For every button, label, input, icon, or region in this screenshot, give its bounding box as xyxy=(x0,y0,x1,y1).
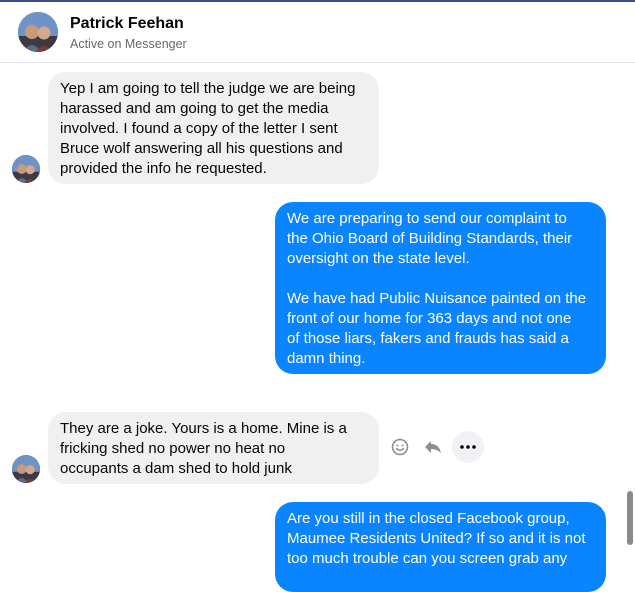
incoming-message[interactable]: They are a joke. Yours is a home. Mine i… xyxy=(48,412,379,484)
scrollbar-thumb[interactable] xyxy=(627,491,633,545)
outgoing-message[interactable]: We are preparing to send our complaint t… xyxy=(275,202,606,374)
reply-icon xyxy=(425,441,441,453)
sender-avatar[interactable] xyxy=(12,455,40,483)
smiley-icon xyxy=(391,438,409,456)
sender-avatar[interactable] xyxy=(12,155,40,183)
avatar-photo-icon xyxy=(18,12,58,52)
presence-status: Active on Messenger xyxy=(70,37,187,51)
avatar-photo-icon xyxy=(12,155,40,183)
conversation-header: Patrick Feehan Active on Messenger xyxy=(0,2,635,63)
reply-button[interactable] xyxy=(417,431,449,463)
contact-name[interactable]: Patrick Feehan xyxy=(70,15,184,33)
contact-avatar[interactable] xyxy=(18,12,58,52)
avatar-photo-icon xyxy=(12,455,40,483)
react-button[interactable] xyxy=(384,431,416,463)
more-options-icon xyxy=(460,445,476,449)
more-options-button[interactable] xyxy=(452,431,484,463)
incoming-message[interactable]: Yep I am going to tell the judge we are … xyxy=(48,72,379,184)
